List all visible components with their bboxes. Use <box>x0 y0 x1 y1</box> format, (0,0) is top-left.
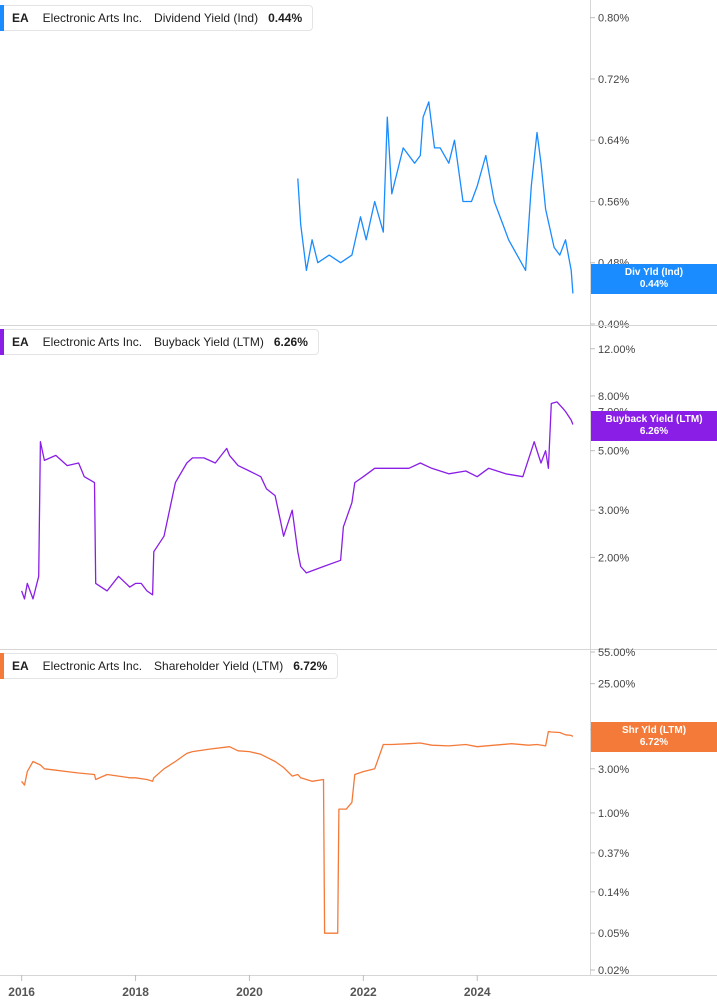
x-tick-label: 2016 <box>8 985 35 999</box>
legend-ticker: EA <box>12 11 29 25</box>
legend-color-bar <box>0 5 4 31</box>
value-tag-value: 6.26% <box>639 426 669 437</box>
y-tick-label: 0.72% <box>598 74 629 86</box>
value-tag-label: Buyback Yield (LTM) <box>605 414 703 425</box>
y-tick-label: 0.14% <box>598 887 629 899</box>
value-tag-label: Shr Yld (LTM) <box>621 725 687 736</box>
value-tag-dividend: Div Yld (Ind) 0.44% <box>591 264 717 294</box>
y-tick-label: 3.00% <box>598 505 629 517</box>
legend-value: 6.72% <box>293 659 328 673</box>
x-tick-label: 2020 <box>236 985 263 999</box>
value-tag-value: 6.72% <box>639 737 669 748</box>
legend-shareholder-yield: EA Electronic Arts Inc. Shareholder Yiel… <box>0 653 339 679</box>
x-tick-label: 2022 <box>350 985 377 999</box>
value-tag-label: Div Yld (Ind) <box>624 267 684 278</box>
value-tag-buyback: Buyback Yield (LTM) 6.26% <box>591 411 717 441</box>
y-tick-label: 2.00% <box>598 552 629 564</box>
y-tick-label: 0.37% <box>598 848 629 860</box>
legend-company: Electronic Arts Inc. <box>42 11 143 25</box>
legend-metric: Shareholder Yield (LTM) <box>154 659 284 673</box>
y-tick-label: 0.05% <box>598 928 629 940</box>
legend-value: 0.44% <box>268 11 303 25</box>
x-tick-label: 2024 <box>464 985 491 999</box>
legend-metric: Buyback Yield (LTM) <box>154 335 264 349</box>
value-tag-shareholder: Shr Yld (LTM) 6.72% <box>591 722 717 752</box>
y-tick-label: 5.00% <box>598 446 629 458</box>
y-tick-label: 1.00% <box>598 808 629 820</box>
series-line <box>297 101 574 294</box>
legend-ticker: EA <box>12 335 29 349</box>
y-tick-label: 3.00% <box>598 764 629 776</box>
legend-buyback-yield: EA Electronic Arts Inc. Buyback Yield (L… <box>0 329 319 355</box>
y-tick-label: 0.64% <box>598 135 629 147</box>
x-tick-label: 2018 <box>122 985 149 999</box>
y-tick-label: 8.00% <box>598 391 629 403</box>
chart-svg: 0.40%0.48%0.56%0.64%0.72%0.80%2.00%3.00%… <box>0 0 717 999</box>
legend-company: Electronic Arts Inc. <box>42 335 143 349</box>
legend-value: 6.26% <box>273 335 308 349</box>
legend-metric: Dividend Yield (Ind) <box>154 11 259 25</box>
value-tag-value: 0.44% <box>639 279 669 290</box>
y-tick-label: 0.80% <box>598 13 629 25</box>
legend-color-bar <box>0 329 4 355</box>
y-tick-label: 0.56% <box>598 196 629 208</box>
y-tick-label: 55.00% <box>598 647 636 659</box>
y-tick-label: 25.00% <box>598 679 636 691</box>
legend-ticker: EA <box>12 659 29 673</box>
legend-company: Electronic Arts Inc. <box>42 659 143 673</box>
legend-dividend-yield: EA Electronic Arts Inc. Dividend Yield (… <box>0 5 314 31</box>
series-line <box>20 401 574 600</box>
legend-color-bar <box>0 653 4 679</box>
y-tick-label: 12.00% <box>598 344 636 356</box>
series-line <box>21 730 574 934</box>
